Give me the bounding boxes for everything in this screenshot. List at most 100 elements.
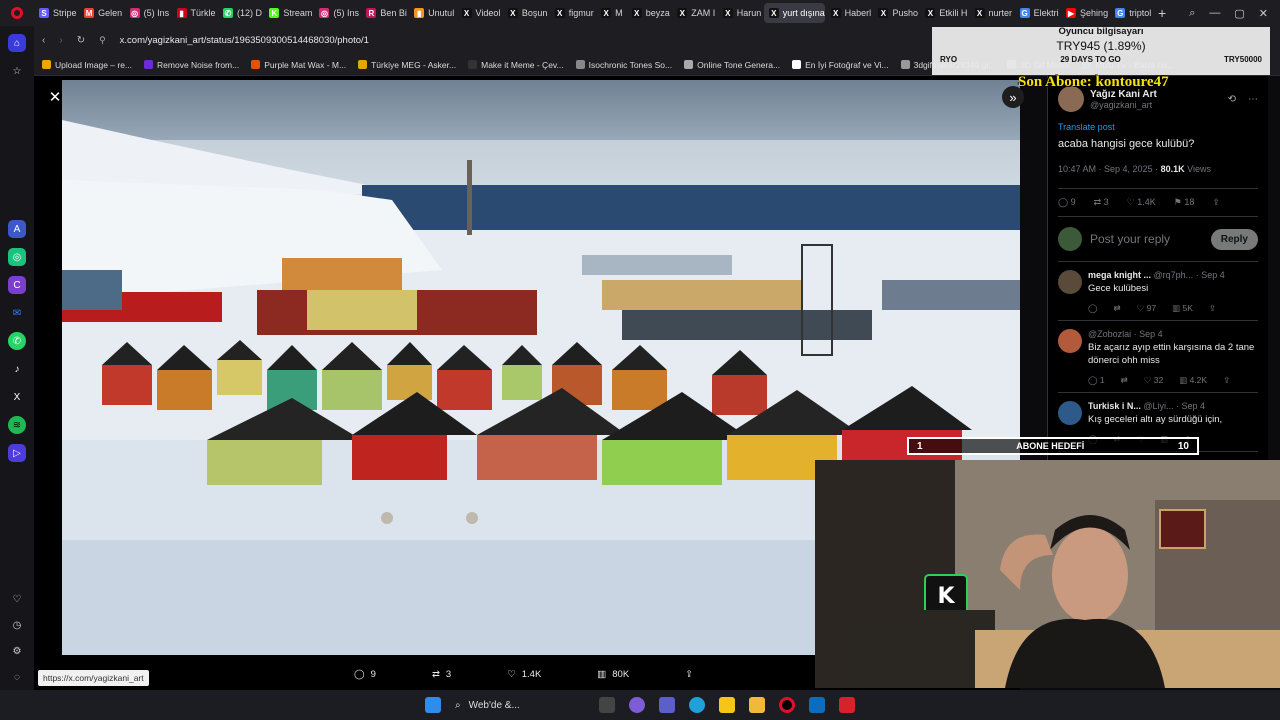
reload-icon[interactable]: ↻ <box>77 35 85 46</box>
tab-2[interactable]: ◎ (5) Ins <box>125 3 171 23</box>
grok-icon[interactable]: ⟲ <box>1228 94 1236 105</box>
bookmark-4[interactable]: Make it Meme - Çev... <box>468 60 564 70</box>
media-like-button[interactable]: ♡ 1.4K <box>507 669 541 680</box>
url-field[interactable]: x.com/yagizkani_art/status/1963509300514… <box>120 35 369 46</box>
tweet-time[interactable]: 10:47 AM · Sep 4, 2025 · <box>1058 164 1158 174</box>
tab-9[interactable]: X Videol <box>457 3 502 23</box>
tiktok-icon[interactable]: ♪ <box>8 360 26 378</box>
edge-icon[interactable] <box>689 697 705 713</box>
reply-date[interactable]: · Sep 4 <box>1134 329 1163 339</box>
reply-share-icon[interactable]: ⇪ <box>1209 303 1216 314</box>
reply-avatar[interactable] <box>1058 270 1082 294</box>
task-view-icon[interactable] <box>599 697 615 713</box>
tab-10[interactable]: X Boşun <box>503 3 549 23</box>
wps-icon[interactable] <box>839 697 855 713</box>
reply-views-button[interactable]: ▥ 5K <box>1172 303 1193 314</box>
bookmark-1[interactable]: Remove Noise from... <box>144 60 239 70</box>
reply-author-name[interactable]: mega knight ... <box>1088 270 1151 280</box>
tab-17[interactable]: X Haberl <box>826 3 873 23</box>
reply-avatar[interactable] <box>1058 401 1082 426</box>
stat-bookmark-button[interactable]: ⚑ 18 <box>1174 197 1195 208</box>
close-window-icon[interactable]: ✕ <box>1259 7 1268 20</box>
search-tabs-icon[interactable]: ⌕ <box>1189 7 1195 20</box>
site-info-icon[interactable]: ⚲ <box>99 35 106 46</box>
stat-repost-button[interactable]: ⇄ 3 <box>1094 197 1109 208</box>
author-handle[interactable]: @yagizkani_art <box>1090 100 1222 110</box>
bookmark-7[interactable]: En İyi Fotoğraf ve Vi... <box>792 60 889 70</box>
chatgpt-icon[interactable]: ◎ <box>8 248 26 266</box>
opera-logo-icon[interactable] <box>0 0 34 26</box>
x-icon[interactable]: X <box>8 388 26 406</box>
media-reply-button[interactable]: ◯ 9 <box>354 669 376 680</box>
tab-23[interactable]: Gtriptol <box>1110 3 1153 23</box>
media-share-button[interactable]: ⇪ <box>685 669 693 680</box>
media-views-button[interactable]: ▥ 80K <box>597 669 629 680</box>
opera-taskbar-icon[interactable] <box>779 697 795 713</box>
reply-button[interactable]: Reply <box>1210 228 1258 250</box>
stat-share-icon[interactable]: ⇪ <box>1212 197 1220 208</box>
more-options-icon[interactable]: ⋯ <box>1248 94 1258 105</box>
whatsapp-icon[interactable]: ✆ <box>8 332 26 350</box>
bookmark-6[interactable]: Online Tone Genera... <box>684 60 780 70</box>
reply-author-handle[interactable]: @Liyi... <box>1143 401 1173 411</box>
reply-date[interactable]: · Sep 4 <box>1196 270 1225 280</box>
spotify-icon[interactable]: ≋ <box>8 416 26 434</box>
windows-start-icon[interactable] <box>425 697 441 713</box>
reply-reply-button[interactable]: ◯ <box>1088 303 1098 314</box>
bookmark-5[interactable]: Isochronic Tones So... <box>575 60 672 70</box>
copilot-icon[interactable] <box>629 697 645 713</box>
reply-repost-button[interactable]: ⇄ <box>1121 375 1128 386</box>
messenger-icon[interactable]: ✉ <box>8 304 26 322</box>
tab-7[interactable]: R Ben Bi <box>361 3 408 23</box>
reply-input[interactable]: Post your reply <box>1090 232 1203 246</box>
stat-reply-button[interactable]: ◯ 9 <box>1058 197 1076 208</box>
tab-19[interactable]: X Etkili H <box>920 3 968 23</box>
tab-18[interactable]: X Pusho <box>873 3 919 23</box>
reply-repost-button[interactable]: ⇄ <box>1114 303 1121 314</box>
reply-author-handle[interactable]: @Zobozlai <box>1088 329 1131 339</box>
reply-avatar[interactable] <box>1058 329 1082 354</box>
minimize-icon[interactable]: — <box>1209 7 1220 19</box>
reply-author-name[interactable]: Turkisk i N... <box>1088 401 1141 411</box>
forward-icon[interactable]: › <box>59 35 62 46</box>
media-repost-button[interactable]: ⇄ 3 <box>432 669 451 680</box>
reply-date[interactable]: · Sep 4 <box>1176 401 1205 411</box>
bookmark-2[interactable]: Purple Mat Wax - M... <box>251 60 346 70</box>
tab-14[interactable]: X ZAM I <box>672 3 717 23</box>
tab-12[interactable]: XM <box>596 3 626 23</box>
stat-like-button[interactable]: ♡ 1.4K <box>1127 197 1156 208</box>
reply-item[interactable]: mega knight ... @rq7ph... · Sep 4 Gece ku… <box>1058 262 1258 322</box>
bookmark-0[interactable]: Upload Image – re... <box>42 60 132 70</box>
reply-like-button[interactable]: ♡ 32 <box>1144 375 1163 386</box>
bulb-icon[interactable]: ◌ <box>8 668 26 686</box>
back-icon[interactable]: ‹ <box>42 35 45 46</box>
reply-item[interactable]: @Zobozlai · Sep 4 Biz açarız ayıp ettin k… <box>1058 321 1258 394</box>
tab-11[interactable]: Xfigmur <box>550 3 595 23</box>
reply-reply-button[interactable]: ◯ 1 <box>1088 375 1105 386</box>
ai-icon[interactable]: A <box>8 220 26 238</box>
settings-icon[interactable]: ⚙ <box>8 642 26 660</box>
reply-like-button[interactable]: ♡ 97 <box>1137 303 1156 314</box>
tab-22[interactable]: ▶ Şehing <box>1061 3 1109 23</box>
tab-1[interactable]: M Gelen <box>79 3 124 23</box>
reply-share-icon[interactable]: ⇪ <box>1223 375 1230 386</box>
history-icon[interactable]: ◷ <box>8 616 26 634</box>
home-icon[interactable]: ⌂ <box>8 34 26 52</box>
close-icon[interactable]: ✕ <box>46 88 64 106</box>
tab-6[interactable]: ◎ (5) Ins <box>314 3 360 23</box>
tab-13[interactable]: Xbeyza <box>627 3 672 23</box>
teams-icon[interactable] <box>659 697 675 713</box>
tab-15[interactable]: X Harun <box>718 3 763 23</box>
outlook-icon[interactable] <box>809 697 825 713</box>
tab-4[interactable]: ✆ (12) D <box>218 3 263 23</box>
tab-8[interactable]: ▮ Unutul <box>409 3 455 23</box>
extension-icon[interactable]: C <box>8 276 26 294</box>
tab-16[interactable]: Xyurt dışına <box>763 3 825 23</box>
star-icon[interactable]: ☆ <box>8 62 26 80</box>
tab-5[interactable]: K Stream <box>264 3 313 23</box>
heart-icon[interactable]: ♡ <box>8 590 26 608</box>
player-icon[interactable]: ▷ <box>8 444 26 462</box>
maximize-icon[interactable]: ▢ <box>1234 7 1244 20</box>
tab-3[interactable]: ▮ Türkle <box>172 3 217 23</box>
bookmark-3[interactable]: Türkiye MEG - Asker... <box>358 60 456 70</box>
